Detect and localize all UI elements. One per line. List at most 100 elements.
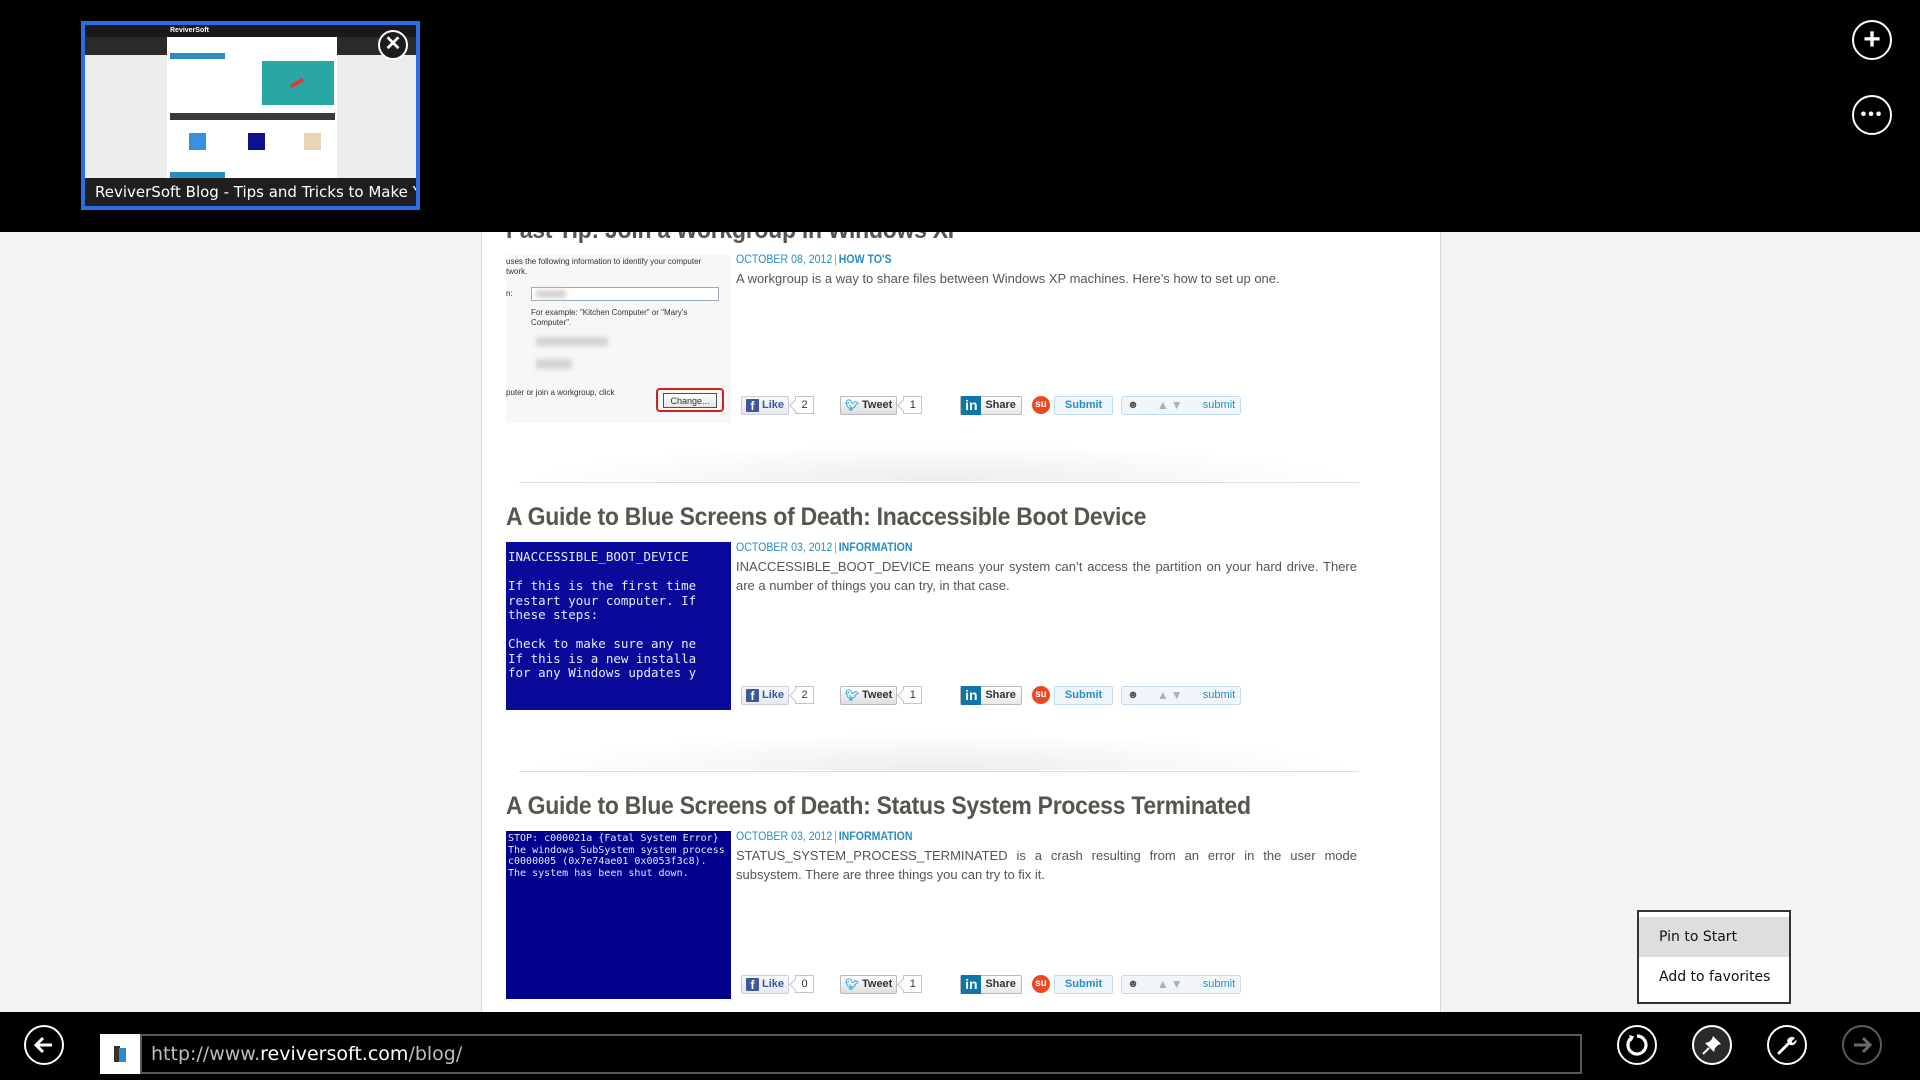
linkedin-share-button[interactable]: in Share bbox=[960, 974, 1022, 994]
post-meta: OCTOBER 08, 2012 | HOW TO'S bbox=[736, 254, 892, 266]
linkedin-icon: in bbox=[961, 685, 982, 705]
reddit-submit-button[interactable]: ☻ ▲▼ submit bbox=[1121, 685, 1242, 705]
post-title[interactable]: A Guide to Blue Screens of Death: Inacce… bbox=[506, 503, 1288, 532]
forward-button[interactable] bbox=[1842, 1025, 1882, 1065]
refresh-button[interactable] bbox=[1617, 1025, 1657, 1065]
blurred-text bbox=[536, 290, 566, 298]
social-bar: f Like 2 🐦︎ Tweet 1 in Share su Submit ☻ ▲▼ s… bbox=[741, 684, 1242, 706]
bsod-text: STOP: c000021a {Fatal System Error} The … bbox=[508, 833, 725, 879]
post-date: OCTOBER 03, 2012 bbox=[736, 542, 833, 554]
stumbleupon-icon[interactable]: su bbox=[1031, 686, 1050, 704]
tab-title: ReviverSoft Blog - Tips and Tricks to Ma… bbox=[85, 178, 416, 206]
tab-tools-button[interactable]: ••• bbox=[1852, 95, 1892, 135]
reddit-label: submit bbox=[1202, 978, 1236, 990]
stumbleupon-icon[interactable]: su bbox=[1031, 396, 1050, 414]
facebook-like-button[interactable]: f Like bbox=[741, 685, 790, 705]
reddit-label: submit bbox=[1202, 689, 1236, 701]
navigation-bar: http://www.reviversoft.com/blog/ bbox=[0, 1012, 1920, 1080]
pin-to-start-menu-item[interactable]: Pin to Start bbox=[1639, 917, 1789, 957]
tab-preview-logo: ReviverSoft bbox=[170, 27, 209, 34]
linkedin-share-button[interactable]: in Share bbox=[960, 395, 1022, 415]
tweet-button[interactable]: 🐦︎ Tweet bbox=[840, 685, 898, 705]
post-body: STOP: c000021a {Fatal System Error} The … bbox=[506, 831, 1357, 1006]
facebook-like-button[interactable]: f Like bbox=[741, 395, 790, 415]
like-label: Like bbox=[762, 399, 785, 411]
like-label: Like bbox=[762, 978, 785, 990]
refresh-icon bbox=[1626, 1034, 1648, 1056]
back-arrow-icon bbox=[33, 1036, 52, 1054]
post-thumbnail[interactable]: STOP: c000021a {Fatal System Error} The … bbox=[506, 831, 731, 999]
reddit-submit-button[interactable]: ☻ ▲▼ submit bbox=[1121, 974, 1242, 994]
thumb-text: twork. bbox=[506, 267, 528, 276]
vote-arrows-icon: ▲▼ bbox=[1156, 977, 1185, 991]
like-label: Like bbox=[762, 689, 785, 701]
post-excerpt: A workgroup is a way to share files betw… bbox=[736, 271, 1280, 286]
plus-icon: + bbox=[1863, 23, 1881, 56]
stumbleupon-submit-button[interactable]: Submit bbox=[1053, 685, 1114, 705]
wrench-icon bbox=[1777, 1036, 1797, 1055]
reddit-label: submit bbox=[1202, 399, 1236, 411]
twitter-icon: 🐦︎ bbox=[845, 399, 859, 412]
new-tab-button[interactable]: + bbox=[1852, 20, 1892, 60]
post-category[interactable]: HOW TO'S bbox=[839, 254, 892, 266]
tweet-label: Tweet bbox=[861, 978, 893, 990]
twitter-icon: 🐦︎ bbox=[845, 689, 859, 702]
reddit-icon: ☻ bbox=[1127, 978, 1139, 990]
share-label: Share bbox=[985, 978, 1016, 990]
thumb-text: For example: "Kitchen Computer" or "Mary… bbox=[531, 308, 688, 317]
thumb-text: Computer". bbox=[531, 318, 572, 327]
post-date: OCTOBER 08, 2012 bbox=[736, 254, 833, 266]
post-separator bbox=[519, 732, 1359, 772]
reddit-submit-button[interactable]: ☻ ▲▼ submit bbox=[1121, 395, 1242, 415]
tab-thumbnail-active[interactable]: ReviverSoft ReviverSoft Blog - Tips and … bbox=[81, 21, 420, 210]
like-count: 0 bbox=[795, 975, 815, 993]
vote-arrows-icon: ▲▼ bbox=[1156, 688, 1185, 702]
tweet-count: 1 bbox=[903, 975, 923, 993]
post-excerpt: INACCESSIBLE_BOOT_DEVICE means your syst… bbox=[736, 559, 1357, 593]
post-meta: OCTOBER 03, 2012 | INFORMATION bbox=[736, 542, 913, 554]
page-tools-button[interactable] bbox=[1767, 1025, 1807, 1065]
like-count: 2 bbox=[795, 396, 815, 414]
url-input[interactable]: http://www.reviversoft.com/blog/ bbox=[140, 1034, 1582, 1074]
post-thumbnail[interactable]: INACCESSIBLE_BOOT_DEVICE If this is the … bbox=[506, 542, 731, 710]
facebook-icon: f bbox=[746, 977, 759, 992]
close-tab-button[interactable]: ✕ bbox=[378, 30, 408, 60]
add-to-favorites-menu-item[interactable]: Add to favorites bbox=[1639, 957, 1789, 997]
share-label: Share bbox=[985, 399, 1016, 411]
thumb-text: uses the following information to identi… bbox=[506, 257, 702, 266]
ellipsis-icon: ••• bbox=[1860, 106, 1884, 123]
post-body: uses the following information to identi… bbox=[506, 252, 1356, 427]
tweet-label: Tweet bbox=[861, 399, 893, 411]
vote-arrows-icon: ▲▼ bbox=[1156, 398, 1185, 412]
tweet-count: 1 bbox=[903, 686, 923, 704]
change-button-highlight: Change... bbox=[656, 388, 724, 412]
tab-bar: ReviverSoft ReviverSoft Blog - Tips and … bbox=[0, 0, 1920, 232]
close-icon: ✕ bbox=[384, 33, 402, 55]
stumbleupon-submit-button[interactable]: Submit bbox=[1053, 395, 1114, 415]
blurred-text bbox=[536, 337, 608, 346]
back-button[interactable] bbox=[24, 1025, 64, 1065]
share-label: Share bbox=[985, 689, 1016, 701]
tweet-label: Tweet bbox=[861, 689, 893, 701]
post-category[interactable]: INFORMATION bbox=[839, 542, 913, 554]
post-excerpt: STATUS_SYSTEM_PROCESS_TERMINATED is a cr… bbox=[736, 848, 1357, 882]
tweet-button[interactable]: 🐦︎ Tweet bbox=[840, 395, 898, 415]
post-thumbnail[interactable]: uses the following information to identi… bbox=[506, 255, 731, 423]
facebook-icon: f bbox=[746, 688, 759, 703]
post-body: INACCESSIBLE_BOOT_DEVICE If this is the … bbox=[506, 542, 1357, 717]
stumbleupon-submit-button[interactable]: Submit bbox=[1053, 974, 1114, 994]
address-bar[interactable]: http://www.reviversoft.com/blog/ bbox=[100, 1034, 1582, 1074]
pin-site-button[interactable] bbox=[1692, 1025, 1732, 1065]
post-category[interactable]: INFORMATION bbox=[839, 831, 913, 843]
post-title[interactable]: A Guide to Blue Screens of Death: Status… bbox=[506, 792, 1288, 821]
browser-window: Fast Tip: Join a Workgroup in Windows XP… bbox=[0, 0, 1920, 1080]
tweet-button[interactable]: 🐦︎ Tweet bbox=[840, 974, 898, 994]
reddit-icon: ☻ bbox=[1127, 689, 1139, 701]
linkedin-icon: in bbox=[961, 395, 982, 415]
stumbleupon-icon[interactable]: su bbox=[1031, 975, 1050, 993]
linkedin-share-button[interactable]: in Share bbox=[960, 685, 1022, 705]
facebook-like-button[interactable]: f Like bbox=[741, 974, 790, 994]
forward-arrow-icon bbox=[1854, 1036, 1873, 1054]
site-favicon bbox=[100, 1034, 140, 1074]
url-domain: reviversoft.com bbox=[260, 1043, 409, 1065]
